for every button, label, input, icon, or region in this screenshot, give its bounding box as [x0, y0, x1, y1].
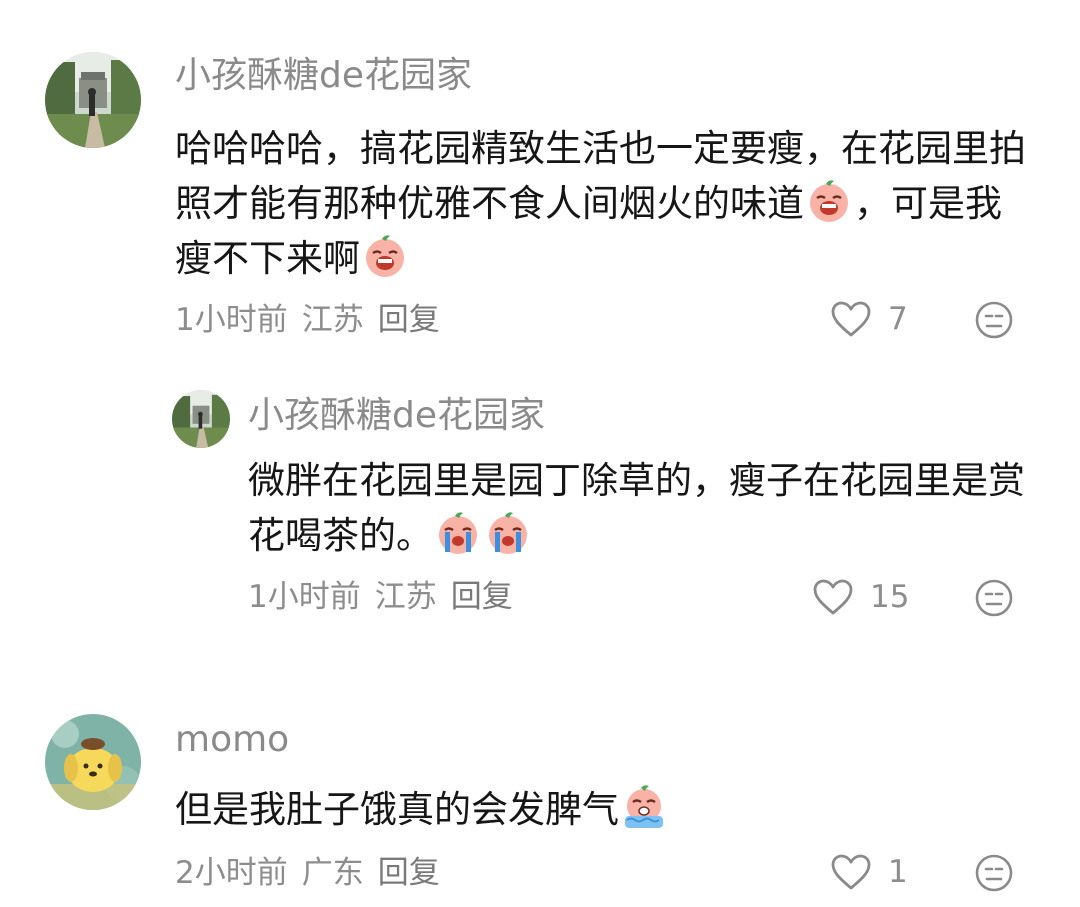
tears-emoji-icon [485, 510, 531, 556]
avatar[interactable] [172, 390, 230, 448]
reply-username[interactable]: 小孩酥糖de花园家 [248, 398, 545, 434]
reply-item: 小孩酥糖de花园家 微胖在花园里是园丁除草的，瘦子在花园里是赏花喝茶的。 1小时… [0, 380, 1080, 640]
heart-outline-icon [831, 301, 871, 337]
like-button[interactable]: 15 [812, 578, 909, 616]
avatar[interactable] [45, 714, 141, 810]
comment-meta: 2小时前 广东 回复 [175, 858, 454, 889]
comment-item: momo 但是我肚子饿真的会发脾气 2小时前 广东 回复 1 [0, 700, 1080, 907]
heart-outline-icon [831, 854, 871, 890]
dislike-button[interactable] [974, 578, 1014, 618]
crying-face-emoji-icon [362, 233, 408, 279]
heart-outline-icon [813, 579, 853, 615]
meh-face-icon [975, 854, 1013, 892]
sobbing-emoji-icon [621, 784, 667, 830]
comment-location: 江苏 [301, 302, 364, 338]
comment-time: 2小时前 [175, 855, 288, 891]
like-button[interactable]: 7 [830, 300, 908, 338]
comment-location: 广东 [301, 855, 364, 891]
crying-face-emoji-icon [806, 178, 852, 224]
comment-time: 1小时前 [175, 302, 288, 338]
garden-photo-avatar-icon [172, 390, 230, 448]
like-count: 7 [888, 300, 908, 337]
garden-photo-avatar-icon [45, 52, 141, 148]
reply-meta: 1小时前 江苏 回复 [248, 582, 527, 613]
reply-time: 1小时前 [248, 579, 361, 615]
meh-face-icon [975, 579, 1013, 617]
comment-username[interactable]: 小孩酥糖de花园家 [175, 58, 472, 94]
like-count: 15 [870, 578, 910, 615]
reply-button[interactable]: 回复 [378, 302, 440, 338]
pompompurin-avatar-icon [45, 714, 141, 810]
comment-meta: 1小时前 江苏 回复 [175, 305, 454, 336]
comment-username[interactable]: momo [175, 722, 289, 758]
comment-item: 小孩酥糖de花园家 哈哈哈哈，搞花园精致生活也一定要瘦，在花园里拍照才能有那种优… [0, 0, 1080, 360]
comment-text-content: 但是我肚子饿真的会发脾气 [175, 788, 619, 831]
dislike-button[interactable] [974, 853, 1014, 893]
meh-face-icon [975, 301, 1013, 339]
reply-text-content: 微胖在花园里是园丁除草的，瘦子在花园里是赏花喝茶的。 [248, 459, 1025, 557]
like-count: 1 [888, 853, 908, 890]
reply-button[interactable]: 回复 [451, 579, 513, 615]
reply-text: 微胖在花园里是园丁除草的，瘦子在花园里是赏花喝茶的。 [248, 453, 1028, 563]
avatar[interactable] [45, 52, 141, 148]
reply-location: 江苏 [374, 579, 437, 615]
tears-emoji-icon [435, 510, 481, 556]
comment-text: 但是我肚子饿真的会发脾气 [175, 782, 1035, 837]
reply-button[interactable]: 回复 [378, 855, 440, 891]
like-button[interactable]: 1 [830, 853, 908, 891]
dislike-button[interactable] [974, 300, 1014, 340]
comment-text: 哈哈哈哈，搞花园精致生活也一定要瘦，在花园里拍照才能有那种优雅不食人间烟火的味道… [175, 121, 1035, 286]
